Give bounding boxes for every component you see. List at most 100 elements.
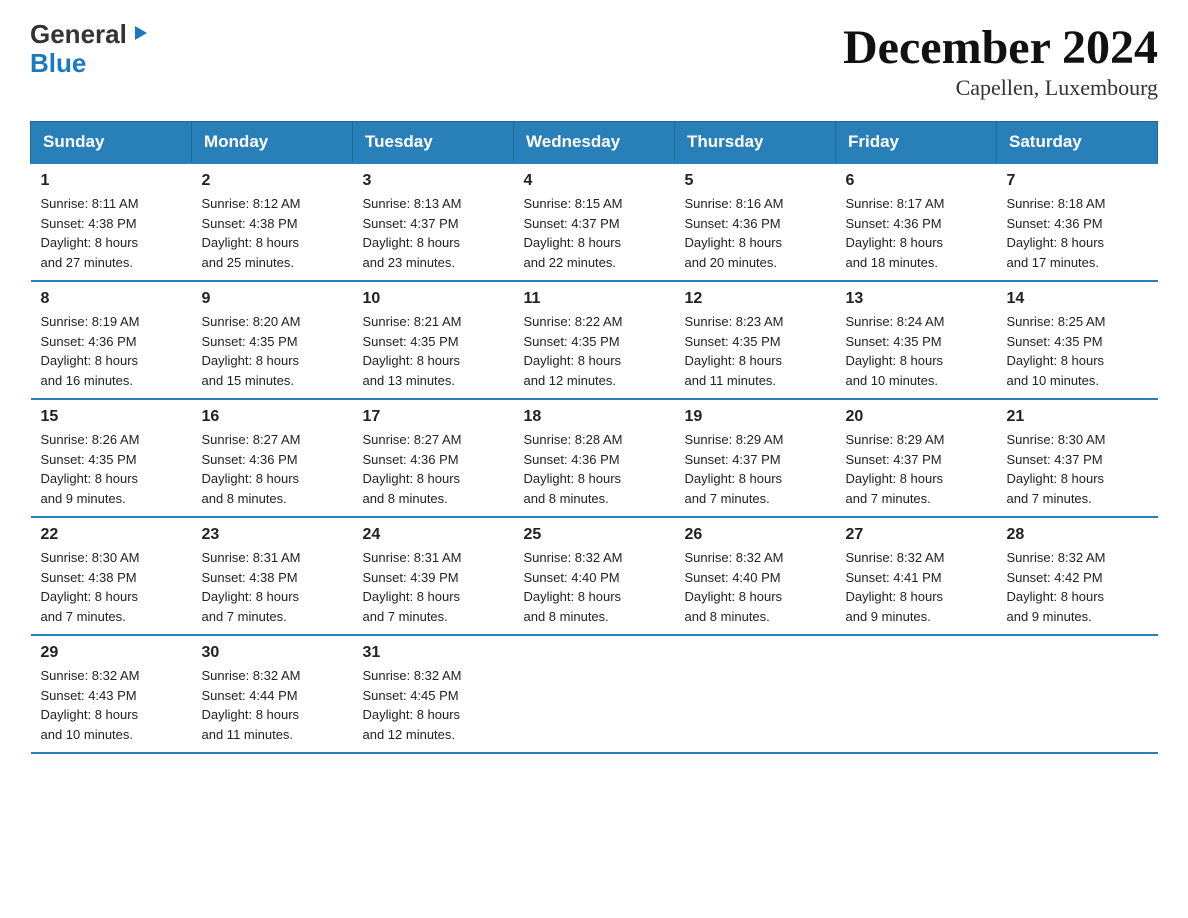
day-info: Sunrise: 8:22 AMSunset: 4:35 PMDaylight:… bbox=[524, 314, 623, 388]
calendar-cell: 19 Sunrise: 8:29 AMSunset: 4:37 PMDaylig… bbox=[675, 399, 836, 517]
day-number: 15 bbox=[41, 408, 182, 426]
day-info: Sunrise: 8:16 AMSunset: 4:36 PMDaylight:… bbox=[685, 196, 784, 270]
day-info: Sunrise: 8:32 AMSunset: 4:43 PMDaylight:… bbox=[41, 668, 140, 742]
calendar-cell bbox=[514, 635, 675, 753]
calendar-cell: 3 Sunrise: 8:13 AMSunset: 4:37 PMDayligh… bbox=[353, 163, 514, 281]
day-number: 16 bbox=[202, 408, 343, 426]
day-info: Sunrise: 8:13 AMSunset: 4:37 PMDaylight:… bbox=[363, 196, 462, 270]
day-info: Sunrise: 8:20 AMSunset: 4:35 PMDaylight:… bbox=[202, 314, 301, 388]
page-subtitle: Capellen, Luxembourg bbox=[843, 75, 1158, 101]
title-block: December 2024 Capellen, Luxembourg bbox=[843, 20, 1158, 101]
day-info: Sunrise: 8:30 AMSunset: 4:37 PMDaylight:… bbox=[1007, 432, 1106, 506]
day-number: 19 bbox=[685, 408, 826, 426]
column-header-thursday: Thursday bbox=[675, 122, 836, 164]
calendar-cell: 16 Sunrise: 8:27 AMSunset: 4:36 PMDaylig… bbox=[192, 399, 353, 517]
day-info: Sunrise: 8:25 AMSunset: 4:35 PMDaylight:… bbox=[1007, 314, 1106, 388]
calendar-cell: 7 Sunrise: 8:18 AMSunset: 4:36 PMDayligh… bbox=[997, 163, 1158, 281]
day-info: Sunrise: 8:32 AMSunset: 4:44 PMDaylight:… bbox=[202, 668, 301, 742]
day-number: 14 bbox=[1007, 290, 1148, 308]
day-info: Sunrise: 8:32 AMSunset: 4:40 PMDaylight:… bbox=[524, 550, 623, 624]
calendar-cell: 20 Sunrise: 8:29 AMSunset: 4:37 PMDaylig… bbox=[836, 399, 997, 517]
day-info: Sunrise: 8:18 AMSunset: 4:36 PMDaylight:… bbox=[1007, 196, 1106, 270]
calendar-cell bbox=[836, 635, 997, 753]
calendar-cell: 22 Sunrise: 8:30 AMSunset: 4:38 PMDaylig… bbox=[31, 517, 192, 635]
column-header-sunday: Sunday bbox=[31, 122, 192, 164]
day-info: Sunrise: 8:21 AMSunset: 4:35 PMDaylight:… bbox=[363, 314, 462, 388]
day-number: 17 bbox=[363, 408, 504, 426]
day-number: 9 bbox=[202, 290, 343, 308]
day-number: 11 bbox=[524, 290, 665, 308]
day-number: 6 bbox=[846, 172, 987, 190]
calendar-cell: 28 Sunrise: 8:32 AMSunset: 4:42 PMDaylig… bbox=[997, 517, 1158, 635]
day-info: Sunrise: 8:30 AMSunset: 4:38 PMDaylight:… bbox=[41, 550, 140, 624]
calendar-cell: 29 Sunrise: 8:32 AMSunset: 4:43 PMDaylig… bbox=[31, 635, 192, 753]
day-number: 27 bbox=[846, 526, 987, 544]
day-number: 18 bbox=[524, 408, 665, 426]
column-header-tuesday: Tuesday bbox=[353, 122, 514, 164]
calendar-cell bbox=[675, 635, 836, 753]
calendar-cell: 12 Sunrise: 8:23 AMSunset: 4:35 PMDaylig… bbox=[675, 281, 836, 399]
day-number: 8 bbox=[41, 290, 182, 308]
day-number: 10 bbox=[363, 290, 504, 308]
calendar-cell: 1 Sunrise: 8:11 AMSunset: 4:38 PMDayligh… bbox=[31, 163, 192, 281]
day-number: 3 bbox=[363, 172, 504, 190]
day-info: Sunrise: 8:23 AMSunset: 4:35 PMDaylight:… bbox=[685, 314, 784, 388]
day-number: 20 bbox=[846, 408, 987, 426]
day-info: Sunrise: 8:32 AMSunset: 4:41 PMDaylight:… bbox=[846, 550, 945, 624]
day-number: 7 bbox=[1007, 172, 1148, 190]
calendar-cell: 8 Sunrise: 8:19 AMSunset: 4:36 PMDayligh… bbox=[31, 281, 192, 399]
day-number: 4 bbox=[524, 172, 665, 190]
calendar-header-row: SundayMondayTuesdayWednesdayThursdayFrid… bbox=[31, 122, 1158, 164]
day-info: Sunrise: 8:27 AMSunset: 4:36 PMDaylight:… bbox=[202, 432, 301, 506]
calendar-cell: 17 Sunrise: 8:27 AMSunset: 4:36 PMDaylig… bbox=[353, 399, 514, 517]
column-header-monday: Monday bbox=[192, 122, 353, 164]
day-number: 21 bbox=[1007, 408, 1148, 426]
day-info: Sunrise: 8:32 AMSunset: 4:42 PMDaylight:… bbox=[1007, 550, 1106, 624]
logo: General Blue bbox=[30, 20, 151, 77]
day-info: Sunrise: 8:24 AMSunset: 4:35 PMDaylight:… bbox=[846, 314, 945, 388]
calendar-cell: 23 Sunrise: 8:31 AMSunset: 4:38 PMDaylig… bbox=[192, 517, 353, 635]
day-number: 22 bbox=[41, 526, 182, 544]
day-number: 28 bbox=[1007, 526, 1148, 544]
calendar-cell: 31 Sunrise: 8:32 AMSunset: 4:45 PMDaylig… bbox=[353, 635, 514, 753]
logo-general: General bbox=[30, 20, 127, 49]
day-number: 5 bbox=[685, 172, 826, 190]
calendar-week-row: 1 Sunrise: 8:11 AMSunset: 4:38 PMDayligh… bbox=[31, 163, 1158, 281]
calendar-week-row: 8 Sunrise: 8:19 AMSunset: 4:36 PMDayligh… bbox=[31, 281, 1158, 399]
day-info: Sunrise: 8:19 AMSunset: 4:36 PMDaylight:… bbox=[41, 314, 140, 388]
day-info: Sunrise: 8:11 AMSunset: 4:38 PMDaylight:… bbox=[41, 196, 139, 270]
day-number: 1 bbox=[41, 172, 182, 190]
calendar-cell: 10 Sunrise: 8:21 AMSunset: 4:35 PMDaylig… bbox=[353, 281, 514, 399]
day-info: Sunrise: 8:26 AMSunset: 4:35 PMDaylight:… bbox=[41, 432, 140, 506]
calendar-cell: 15 Sunrise: 8:26 AMSunset: 4:35 PMDaylig… bbox=[31, 399, 192, 517]
day-info: Sunrise: 8:17 AMSunset: 4:36 PMDaylight:… bbox=[846, 196, 945, 270]
calendar-cell: 25 Sunrise: 8:32 AMSunset: 4:40 PMDaylig… bbox=[514, 517, 675, 635]
calendar-cell: 2 Sunrise: 8:12 AMSunset: 4:38 PMDayligh… bbox=[192, 163, 353, 281]
day-info: Sunrise: 8:29 AMSunset: 4:37 PMDaylight:… bbox=[846, 432, 945, 506]
day-info: Sunrise: 8:31 AMSunset: 4:39 PMDaylight:… bbox=[363, 550, 462, 624]
calendar-table: SundayMondayTuesdayWednesdayThursdayFrid… bbox=[30, 121, 1158, 754]
calendar-cell: 18 Sunrise: 8:28 AMSunset: 4:36 PMDaylig… bbox=[514, 399, 675, 517]
calendar-cell: 11 Sunrise: 8:22 AMSunset: 4:35 PMDaylig… bbox=[514, 281, 675, 399]
day-number: 13 bbox=[846, 290, 987, 308]
calendar-cell: 27 Sunrise: 8:32 AMSunset: 4:41 PMDaylig… bbox=[836, 517, 997, 635]
day-info: Sunrise: 8:29 AMSunset: 4:37 PMDaylight:… bbox=[685, 432, 784, 506]
calendar-cell: 21 Sunrise: 8:30 AMSunset: 4:37 PMDaylig… bbox=[997, 399, 1158, 517]
column-header-friday: Friday bbox=[836, 122, 997, 164]
page-header: General Blue December 2024 Capellen, Lux… bbox=[30, 20, 1158, 101]
day-number: 30 bbox=[202, 644, 343, 662]
calendar-cell bbox=[997, 635, 1158, 753]
calendar-cell: 9 Sunrise: 8:20 AMSunset: 4:35 PMDayligh… bbox=[192, 281, 353, 399]
day-info: Sunrise: 8:28 AMSunset: 4:36 PMDaylight:… bbox=[524, 432, 623, 506]
day-number: 26 bbox=[685, 526, 826, 544]
column-header-wednesday: Wednesday bbox=[514, 122, 675, 164]
calendar-cell: 26 Sunrise: 8:32 AMSunset: 4:40 PMDaylig… bbox=[675, 517, 836, 635]
calendar-cell: 6 Sunrise: 8:17 AMSunset: 4:36 PMDayligh… bbox=[836, 163, 997, 281]
day-number: 29 bbox=[41, 644, 182, 662]
calendar-cell: 5 Sunrise: 8:16 AMSunset: 4:36 PMDayligh… bbox=[675, 163, 836, 281]
calendar-cell: 4 Sunrise: 8:15 AMSunset: 4:37 PMDayligh… bbox=[514, 163, 675, 281]
day-info: Sunrise: 8:32 AMSunset: 4:40 PMDaylight:… bbox=[685, 550, 784, 624]
day-info: Sunrise: 8:32 AMSunset: 4:45 PMDaylight:… bbox=[363, 668, 462, 742]
column-header-saturday: Saturday bbox=[997, 122, 1158, 164]
day-info: Sunrise: 8:12 AMSunset: 4:38 PMDaylight:… bbox=[202, 196, 301, 270]
